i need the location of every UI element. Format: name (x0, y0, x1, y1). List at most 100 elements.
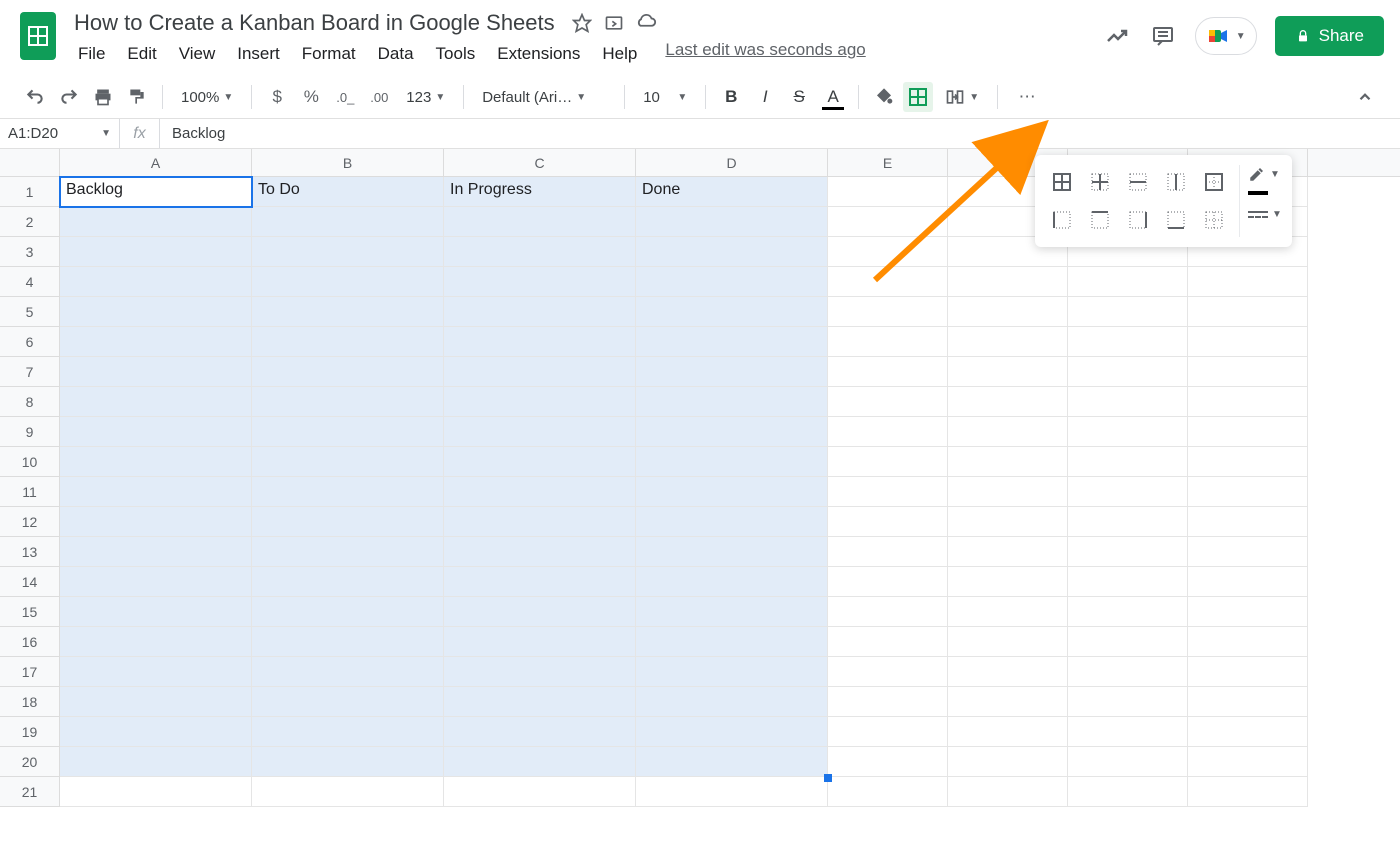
cell-B14[interactable] (252, 567, 444, 597)
border-none[interactable] (1197, 203, 1231, 237)
row-header-2[interactable]: 2 (0, 207, 60, 237)
border-vertical[interactable] (1159, 165, 1193, 199)
cell-D11[interactable] (636, 477, 828, 507)
cell-A15[interactable] (60, 597, 252, 627)
cell-F14[interactable] (948, 567, 1068, 597)
cell-B9[interactable] (252, 417, 444, 447)
row-header-6[interactable]: 6 (0, 327, 60, 357)
cell-A6[interactable] (60, 327, 252, 357)
col-header-A[interactable]: A (60, 149, 252, 176)
cell-E16[interactable] (828, 627, 948, 657)
cell-F18[interactable] (948, 687, 1068, 717)
cell-C19[interactable] (444, 717, 636, 747)
cell-G7[interactable] (1068, 357, 1188, 387)
cell-B1[interactable]: To Do (252, 177, 444, 207)
cell-H21[interactable] (1188, 777, 1308, 807)
cell-D18[interactable] (636, 687, 828, 717)
cell-G11[interactable] (1068, 477, 1188, 507)
cell-C5[interactable] (444, 297, 636, 327)
cell-E20[interactable] (828, 747, 948, 777)
cell-C3[interactable] (444, 237, 636, 267)
cell-A19[interactable] (60, 717, 252, 747)
cell-H5[interactable] (1188, 297, 1308, 327)
cell-D12[interactable] (636, 507, 828, 537)
cell-C2[interactable] (444, 207, 636, 237)
cell-A11[interactable] (60, 477, 252, 507)
cell-B19[interactable] (252, 717, 444, 747)
star-icon[interactable] (571, 12, 593, 34)
cell-E9[interactable] (828, 417, 948, 447)
cell-E7[interactable] (828, 357, 948, 387)
cell-H20[interactable] (1188, 747, 1308, 777)
menu-help[interactable]: Help (592, 40, 647, 68)
borders-button[interactable] (903, 82, 933, 112)
col-header-D[interactable]: D (636, 149, 828, 176)
cell-F12[interactable] (948, 507, 1068, 537)
cell-A12[interactable] (60, 507, 252, 537)
cell-C15[interactable] (444, 597, 636, 627)
cell-C11[interactable] (444, 477, 636, 507)
cell-B12[interactable] (252, 507, 444, 537)
cell-D20[interactable] (636, 747, 828, 777)
row-header-1[interactable]: 1 (0, 177, 60, 207)
cell-G18[interactable] (1068, 687, 1188, 717)
cell-H12[interactable] (1188, 507, 1308, 537)
increase-decimal-button[interactable]: .00 (364, 82, 394, 112)
comment-icon[interactable] (1149, 22, 1177, 50)
border-all[interactable] (1045, 165, 1079, 199)
border-style-button[interactable]: ▼ (1248, 209, 1282, 220)
cell-H13[interactable] (1188, 537, 1308, 567)
cell-E2[interactable] (828, 207, 948, 237)
cell-C18[interactable] (444, 687, 636, 717)
cell-H18[interactable] (1188, 687, 1308, 717)
cell-F11[interactable] (948, 477, 1068, 507)
cell-B20[interactable] (252, 747, 444, 777)
cell-B2[interactable] (252, 207, 444, 237)
border-top[interactable] (1083, 203, 1117, 237)
row-header-16[interactable]: 16 (0, 627, 60, 657)
cell-D2[interactable] (636, 207, 828, 237)
row-header-13[interactable]: 13 (0, 537, 60, 567)
cell-D13[interactable] (636, 537, 828, 567)
document-title[interactable]: How to Create a Kanban Board in Google S… (68, 8, 561, 38)
activity-icon[interactable] (1103, 22, 1131, 50)
cell-H19[interactable] (1188, 717, 1308, 747)
border-bottom[interactable] (1159, 203, 1193, 237)
cell-G8[interactable] (1068, 387, 1188, 417)
cell-B4[interactable] (252, 267, 444, 297)
cell-H11[interactable] (1188, 477, 1308, 507)
cell-E4[interactable] (828, 267, 948, 297)
cell-E10[interactable] (828, 447, 948, 477)
cell-C17[interactable] (444, 657, 636, 687)
cell-A21[interactable] (60, 777, 252, 807)
cell-D15[interactable] (636, 597, 828, 627)
cell-A3[interactable] (60, 237, 252, 267)
cell-C13[interactable] (444, 537, 636, 567)
formula-input[interactable]: Backlog (160, 125, 1400, 142)
cell-C6[interactable] (444, 327, 636, 357)
cell-D9[interactable] (636, 417, 828, 447)
row-header-20[interactable]: 20 (0, 747, 60, 777)
cell-D3[interactable] (636, 237, 828, 267)
cell-A18[interactable] (60, 687, 252, 717)
cell-E17[interactable] (828, 657, 948, 687)
cell-C8[interactable] (444, 387, 636, 417)
strikethrough-button[interactable]: S (784, 82, 814, 112)
cell-A16[interactable] (60, 627, 252, 657)
font-size-dropdown[interactable]: 10▼ (635, 85, 695, 110)
cell-A17[interactable] (60, 657, 252, 687)
cell-C9[interactable] (444, 417, 636, 447)
menu-insert[interactable]: Insert (227, 40, 290, 68)
cell-A8[interactable] (60, 387, 252, 417)
cell-G5[interactable] (1068, 297, 1188, 327)
cloud-icon[interactable] (635, 12, 657, 34)
print-button[interactable] (88, 82, 118, 112)
row-header-10[interactable]: 10 (0, 447, 60, 477)
cell-C21[interactable] (444, 777, 636, 807)
cell-E8[interactable] (828, 387, 948, 417)
row-header-19[interactable]: 19 (0, 717, 60, 747)
cell-G10[interactable] (1068, 447, 1188, 477)
bold-button[interactable]: B (716, 82, 746, 112)
name-box[interactable]: A1:D20▼ (0, 119, 120, 148)
cell-H10[interactable] (1188, 447, 1308, 477)
